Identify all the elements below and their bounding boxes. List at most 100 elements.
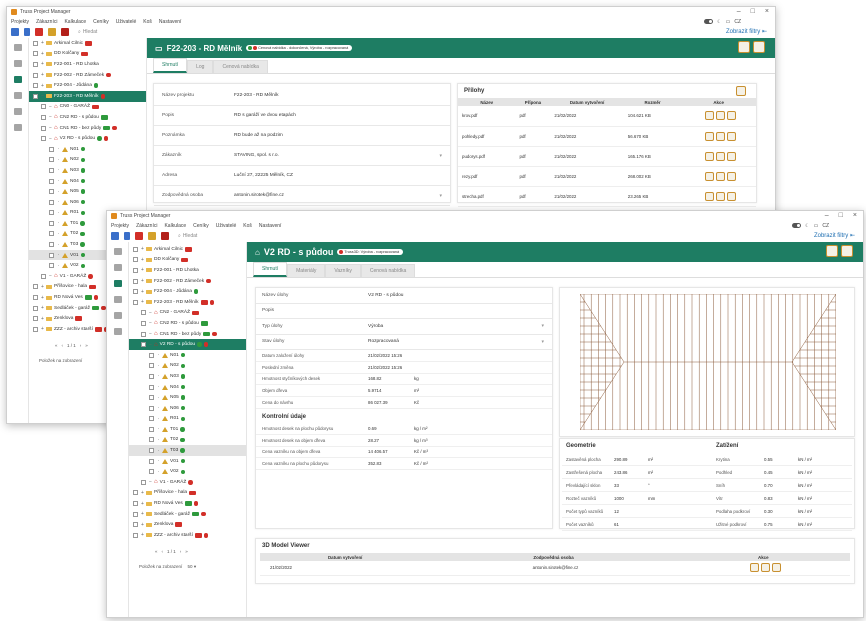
tab-materialy[interactable]: Materiály — [287, 264, 326, 277]
tree-item-n04[interactable]: · N04 — [129, 382, 246, 393]
tree-item-prisovice-hala[interactable]: + Příšovice - hala — [129, 488, 246, 499]
tree-item-dd-kolcany[interactable]: + DD Kolčany — [129, 255, 246, 266]
tree-checkbox[interactable] — [49, 242, 54, 248]
tree-item-zzz-archiv-starsi[interactable]: + ZZZ - archiv starší — [129, 530, 246, 541]
expand-toggle-icon[interactable]: + — [40, 83, 45, 89]
tab-log[interactable]: Log — [187, 60, 214, 73]
close-button[interactable]: × — [765, 8, 769, 15]
tree-checkbox[interactable] — [149, 363, 154, 369]
last-page-button[interactable]: » — [85, 343, 88, 348]
tree-checkbox[interactable] — [133, 267, 138, 273]
menu-ceniky[interactable]: Ceníky — [193, 223, 209, 229]
tab-cenova-nabidka[interactable]: Cenová nabídka — [360, 264, 416, 277]
show-filters-link[interactable]: Zobrazit filtry ⇤ — [814, 232, 855, 239]
view-icon[interactable] — [760, 563, 770, 573]
tree-checkbox[interactable] — [141, 310, 146, 316]
view-icon[interactable] — [705, 131, 715, 141]
tree-item-n05[interactable]: · N05 — [29, 186, 146, 197]
expand-toggle-icon[interactable]: + — [40, 295, 45, 301]
tree-checkbox[interactable] — [49, 189, 54, 195]
tree-checkbox[interactable] — [149, 352, 154, 358]
expand-toggle-icon[interactable]: + — [140, 278, 145, 284]
tree-item-n03[interactable]: · N03 — [29, 165, 146, 176]
tree-checkbox[interactable] — [41, 273, 46, 279]
tree-checkbox[interactable] — [149, 405, 154, 411]
first-page-button[interactable]: « — [155, 549, 158, 554]
field-value[interactable]: RD bude až na podzim — [234, 133, 283, 138]
expand-toggle-icon[interactable]: + — [40, 61, 45, 67]
tree-item-arkimal-cilnic[interactable]: + Arkimal Cilnic — [29, 38, 146, 49]
menu-nastaveni[interactable]: Nastavení — [259, 223, 282, 229]
truss-icon[interactable] — [148, 232, 156, 240]
expand-toggle-icon[interactable]: − — [148, 479, 153, 485]
expand-toggle-icon[interactable]: + — [140, 267, 145, 273]
tree-checkbox[interactable] — [149, 437, 154, 443]
expand-toggle-icon[interactable]: + — [40, 40, 45, 46]
delete-icon[interactable] — [727, 191, 737, 201]
tree-checkbox[interactable] — [41, 125, 46, 131]
rail-layers-icon[interactable] — [113, 264, 122, 271]
rail-projects-icon[interactable] — [113, 280, 122, 287]
delete-button[interactable] — [841, 245, 853, 257]
tree-item-f22-004-judana[interactable]: + F22-004 - Jůdána — [129, 286, 246, 297]
menu-kalkulace[interactable]: Kalkulace — [164, 223, 186, 229]
tree-checkbox[interactable] — [133, 289, 138, 295]
expand-toggle-icon[interactable]: − — [48, 136, 53, 142]
truss-icon[interactable] — [48, 28, 56, 36]
chevron-down-icon[interactable]: ▾ — [439, 193, 442, 199]
table-row[interactable]: rezy.pdf pdf 21/02/2022 268.002 KB — [458, 166, 756, 187]
tree-checkbox[interactable] — [133, 257, 138, 263]
expand-toggle-icon[interactable]: + — [140, 490, 145, 496]
menu-zakaznici[interactable]: Zákazníci — [36, 19, 57, 25]
tree-checkbox[interactable] — [49, 167, 54, 173]
tree-checkbox[interactable] — [49, 220, 54, 226]
menu-zakaznici[interactable]: Zákazníci — [136, 223, 157, 229]
tree-checkbox[interactable] — [33, 72, 38, 78]
download-icon[interactable] — [716, 131, 726, 141]
tree-item-f22-002-rd-zamecek[interactable]: + F22-002 - RD Zámeček — [129, 276, 246, 287]
menu-ceniky[interactable]: Ceníky — [93, 19, 109, 25]
tree-icon[interactable] — [124, 232, 130, 240]
expand-toggle-icon[interactable]: − — [148, 342, 153, 348]
new-folder-icon[interactable] — [111, 232, 119, 240]
tree-checkbox[interactable] — [33, 51, 38, 57]
expand-toggle-icon[interactable]: − — [148, 320, 153, 326]
expand-toggle-icon[interactable]: − — [148, 310, 153, 316]
tree-item-f22-002-rd-zamecek[interactable]: + F22-002 - RD Zámeček — [29, 70, 146, 81]
search-input[interactable]: Hledat — [83, 29, 97, 35]
edit-button[interactable] — [738, 41, 750, 53]
new-folder-icon[interactable] — [11, 28, 19, 36]
tree-checkbox[interactable] — [49, 252, 54, 258]
table-row[interactable]: pohledy.pdf pdf 21/02/2022 56.670 KB — [458, 126, 756, 147]
tree-item-f22-001-rd-lhotka[interactable]: + F22-001 - RD Lhotka — [29, 59, 146, 70]
language-label[interactable]: CZ — [734, 19, 741, 25]
field-value[interactable]: Rozpracovaná — [368, 339, 399, 344]
tree-item-n06[interactable]: · N06 — [129, 403, 246, 414]
expand-toggle-icon[interactable]: − — [148, 331, 153, 337]
table-row[interactable]: pudorys.pdf pdf 21/02/2022 165.176 KB — [458, 146, 756, 167]
search-input[interactable]: Hledat — [183, 233, 197, 239]
rail-settings-icon[interactable] — [13, 44, 22, 51]
field-value[interactable]: 86 027.39 — [368, 400, 414, 405]
tree-checkbox[interactable] — [49, 146, 54, 152]
house-icon[interactable] — [135, 232, 143, 240]
tree-item-cn2-garaz[interactable]: − ⌂ CN2 - GARÁŽ — [129, 308, 246, 319]
minimize-button[interactable]: – — [825, 212, 829, 219]
menu-uzivatele[interactable]: Uživatelé — [216, 223, 237, 229]
table-row[interactable]: strecha.pdf pdf 21/02/2022 23.265 KB — [458, 186, 756, 207]
expand-toggle-icon[interactable]: + — [140, 289, 145, 295]
maximize-button[interactable]: □ — [839, 212, 843, 219]
menu-nastaveni[interactable]: Nastavení — [159, 19, 182, 25]
field-value[interactable]: STAVING, spol. s r.o. — [234, 153, 279, 158]
tree-checkbox[interactable] — [33, 93, 38, 99]
tree-checkbox[interactable] — [33, 83, 38, 89]
theme-toggle[interactable] — [792, 223, 802, 228]
tree-checkbox[interactable] — [49, 157, 54, 163]
rail-user-icon[interactable] — [113, 328, 122, 335]
tree-item-n06[interactable]: · N06 — [29, 197, 146, 208]
tree-item-rd-nova-ves[interactable]: + RD Nová Ves — [129, 498, 246, 509]
expand-toggle-icon[interactable]: + — [140, 299, 145, 305]
field-value[interactable]: 168.82 — [368, 376, 414, 381]
rail-truss-icon[interactable] — [113, 312, 122, 319]
field-value[interactable]: antonin.sirotek@fine.cz — [234, 193, 284, 198]
